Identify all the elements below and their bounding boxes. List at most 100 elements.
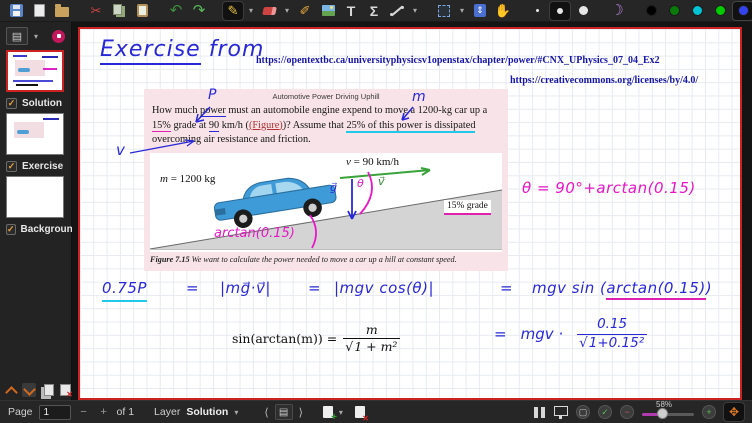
shape-line-tool-button[interactable] [387, 2, 407, 20]
sidebar-close-button[interactable] [52, 30, 65, 43]
save-icon [10, 4, 23, 17]
add-page-button[interactable] [323, 406, 333, 418]
pen-options-dropdown[interactable]: ▾ [246, 2, 256, 20]
theta-equation: θ = 90°+arctan(0.15) [522, 179, 696, 197]
redo-button[interactable]: ↷ [189, 2, 209, 20]
pen-size-medium-button[interactable] [550, 2, 570, 20]
zoom-slider[interactable]: 58% [642, 403, 694, 421]
zoom-out-button[interactable]: − [620, 405, 634, 419]
layer-move-up-button[interactable] [4, 383, 18, 397]
layer-row-background: ✓ Background [6, 221, 65, 237]
layer-checkbox-exercise[interactable]: ✓ [6, 161, 17, 172]
text-icon: T [347, 4, 356, 18]
select-rectangle-button[interactable] [434, 2, 454, 20]
text-tool-button[interactable]: T [341, 2, 361, 20]
canvas-area: Exercise from https://opentextbc.ca/univ… [72, 22, 752, 400]
layer-delete-icon[interactable] [60, 384, 71, 396]
select-options-dropdown[interactable]: ▾ [457, 2, 467, 20]
paste-button[interactable] [132, 2, 152, 20]
shape-recognizer-button[interactable]: ☽ [607, 2, 627, 20]
color-darkgreen-button[interactable] [664, 2, 684, 20]
previous-layer-button[interactable]: ⟨ [264, 406, 268, 419]
cut-button[interactable]: ✂ [86, 2, 106, 20]
layer-duplicate-icon[interactable] [44, 384, 54, 396]
zoom-slider-thumb[interactable] [657, 408, 668, 419]
figure-caption: Figure 7.15 We want to calculate the pow… [150, 255, 457, 264]
layer-label: Exercise [22, 161, 63, 172]
layer-preview-sidebar: ▤ ▾ ✓ Solution [0, 22, 72, 400]
layers-panel-button[interactable]: ▤ [275, 404, 293, 420]
open-button[interactable] [52, 2, 72, 20]
preview-mode-button[interactable]: ▤ [6, 27, 28, 45]
problem-title: Automotive Power Driving Uphill [144, 92, 508, 101]
color-swatch [738, 5, 749, 16]
latex-lhs: sin(arctan(m)) = [232, 331, 337, 346]
delete-page-button[interactable] [355, 406, 365, 418]
latex-fraction: m √1 + m² [343, 323, 400, 355]
color-green-button[interactable] [710, 2, 730, 20]
handwritten-fraction: 0.15 √1+0.15² [577, 317, 647, 351]
status-bar: Page 1 − + of 1 Layer Solution ▾ ⟨ ▤ ⟩ ▾… [0, 400, 752, 423]
page-increment-button[interactable]: + [97, 406, 111, 418]
eraser-tool-button[interactable] [259, 2, 279, 20]
layer-thumbnail-background[interactable] [6, 176, 64, 218]
page-label: Page [8, 406, 33, 418]
layer-move-down-button[interactable] [22, 383, 36, 397]
color-black-button[interactable] [641, 2, 661, 20]
zoom-original-button[interactable]: ✓ [598, 405, 612, 419]
license-url-link[interactable]: https://creativecommons.org/licenses/by/… [510, 75, 698, 86]
layer-thumbnail-exercise[interactable] [6, 113, 64, 155]
solution-mid2: |mgv cos(θ)| [334, 279, 434, 297]
v-vector-label: v⃗ [378, 175, 385, 188]
add-page-dropdown[interactable]: ▾ [339, 408, 349, 417]
page-decrement-button[interactable]: − [77, 406, 91, 418]
solution-line2: = mgv · 0.15 √1+0.15² [494, 317, 647, 351]
shape-options-dropdown[interactable]: ▾ [410, 2, 420, 20]
eraser-options-dropdown[interactable]: ▾ [282, 2, 292, 20]
undo-button[interactable]: ↶ [166, 2, 186, 20]
paired-pages-button[interactable] [534, 407, 546, 418]
layer-thumbnail-solution[interactable] [6, 50, 64, 92]
page-number-input[interactable]: 1 [39, 405, 71, 420]
pen-tool-button[interactable]: ✎ [223, 2, 243, 20]
moon-icon: ☽ [610, 3, 623, 18]
next-layer-button[interactable]: ⟩ [299, 406, 303, 419]
copy-button[interactable] [109, 2, 129, 20]
highlighter-icon: ✐ [300, 4, 311, 17]
thumb-stroke [43, 118, 59, 120]
selection-rectangle-icon [438, 5, 450, 17]
hill-figure: m = 1200 kg v = 90 km/h g⃗ [150, 153, 502, 252]
equals-sign: = [308, 279, 321, 297]
eraser-icon [262, 7, 277, 15]
chevron-down-icon: ▾ [413, 6, 417, 15]
presentation-mode-button[interactable] [554, 406, 568, 416]
color-cyan-button[interactable] [687, 2, 707, 20]
layer-select[interactable]: Solution [186, 406, 228, 418]
fullscreen-button[interactable]: ✥ [724, 403, 744, 421]
copy-icon [113, 4, 122, 15]
zoom-in-button[interactable]: + [702, 405, 716, 419]
layers-icon: ▤ [279, 407, 288, 418]
layer-checkbox-background[interactable]: ✓ [6, 224, 16, 235]
figure-link[interactable]: (Figure) [249, 120, 283, 131]
save-button[interactable] [6, 2, 26, 20]
color-blue-button[interactable] [733, 2, 752, 20]
document-page[interactable]: Exercise from https://opentextbc.ca/univ… [78, 27, 742, 400]
hand-tool-button[interactable]: ✋ [493, 2, 513, 20]
pen-size-thick-button[interactable] [573, 2, 593, 20]
highlighter-tool-button[interactable]: ✐ [295, 2, 315, 20]
layer-select-dropdown[interactable]: ▾ [234, 408, 244, 417]
grade-label: 15% grade [444, 200, 491, 215]
preview-dropdown[interactable]: ▾ [34, 32, 38, 41]
zoom-fit-button[interactable]: ▢ [576, 405, 590, 419]
main-toolbar: ✂ ↶ ↷ ✎ ▾ ▾ ✐ T Σ ▾ ▾ ⇕ ✋ ☽ [0, 0, 752, 22]
math-tex-button[interactable]: Σ [364, 2, 384, 20]
new-document-button[interactable] [29, 2, 49, 20]
equals-sign: = [186, 279, 199, 297]
vertical-space-tool-button[interactable]: ⇕ [470, 2, 490, 20]
source-url-link[interactable]: https://opentextbc.ca/universityphysicsv… [256, 55, 660, 66]
xournal-window: ✂ ↶ ↷ ✎ ▾ ▾ ✐ T Σ ▾ ▾ ⇕ ✋ ☽ [0, 0, 752, 423]
pen-size-fine-button[interactable] [527, 2, 547, 20]
layer-checkbox-solution[interactable]: ✓ [6, 98, 17, 109]
insert-image-button[interactable] [318, 2, 338, 20]
